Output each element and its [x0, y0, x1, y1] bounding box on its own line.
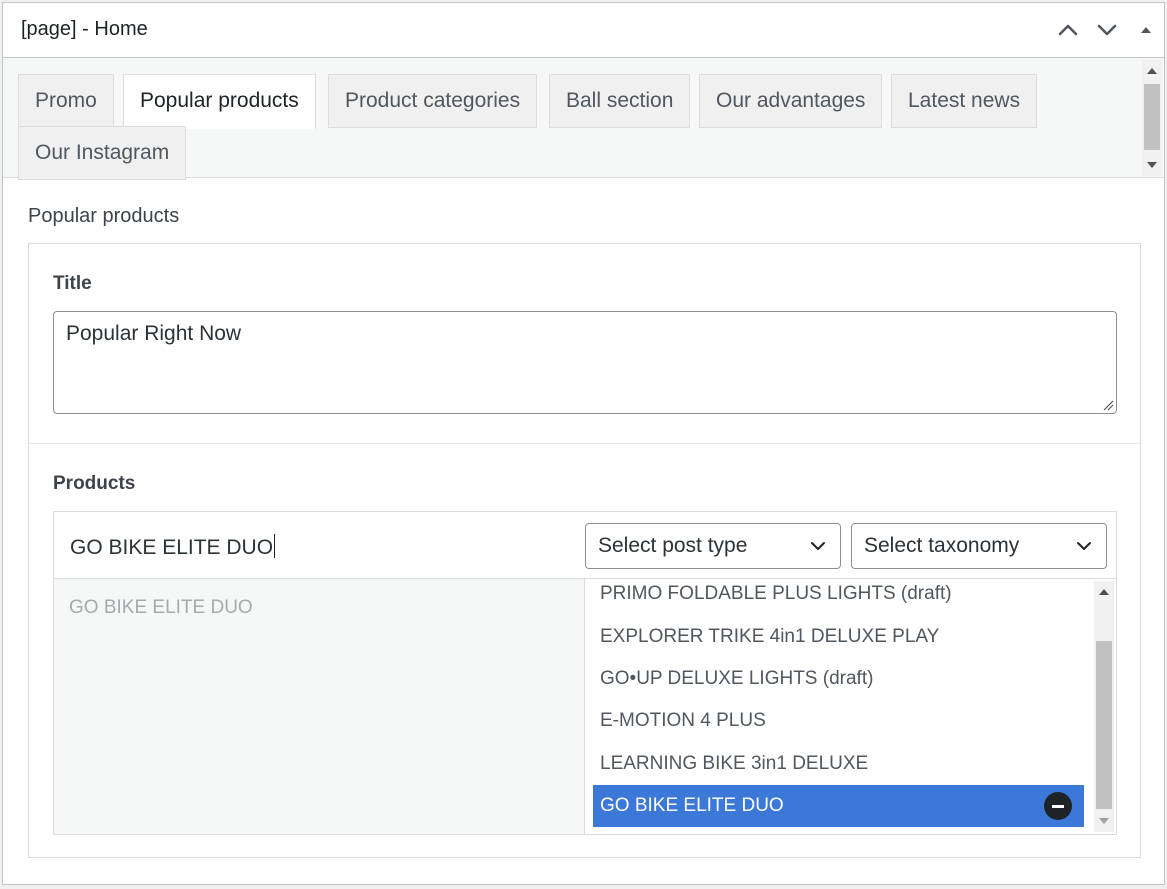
remove-icon[interactable]	[1044, 792, 1072, 820]
postbox-header: [page] - Home	[3, 3, 1164, 58]
fields-panel: Title Popular Right Now Products GO BIKE…	[28, 243, 1141, 858]
tab-popular-products[interactable]: Popular products	[123, 74, 316, 129]
taxonomy-select-label: Select taxonomy	[864, 534, 1020, 557]
choices-scrollbar[interactable]	[1094, 581, 1114, 832]
tab-latest-news[interactable]: Latest news	[891, 74, 1038, 128]
scroll-down-icon[interactable]	[1099, 818, 1109, 824]
title-textarea[interactable]: Popular Right Now	[53, 311, 1117, 414]
tab-product-categories[interactable]: Product categories	[328, 74, 538, 128]
scroll-thumb[interactable]	[1096, 641, 1112, 809]
choice-item[interactable]: EXPLORER TRIKE 4in1 DELUXE PLAY	[593, 616, 1084, 658]
title-field-label: Title	[53, 273, 92, 294]
selected-values-list: GO BIKE ELITE DUO	[54, 579, 585, 834]
tab-our-instagram[interactable]: Our Instagram	[18, 126, 187, 180]
tab-promo[interactable]: Promo	[18, 74, 114, 128]
choice-item[interactable]: PRIMO FOLDABLE PLUS LIGHTS (draft)	[593, 573, 1084, 615]
choice-item[interactable]: E-MOTION 4 PLUS	[593, 700, 1084, 742]
section-heading: Popular products	[28, 205, 180, 227]
triangle-up-icon[interactable]	[1131, 15, 1161, 45]
text-caret	[274, 534, 276, 558]
resize-grip-icon[interactable]	[1102, 399, 1114, 411]
choice-item[interactable]: GO•UP DELUXE LIGHTS (draft)	[593, 658, 1084, 700]
scroll-thumb[interactable]	[1144, 84, 1160, 150]
relationship-filters: GO BIKE ELITE DUO Select post type Selec…	[54, 512, 1116, 579]
title-value: Popular Right Now	[66, 322, 242, 345]
tab-bar: Promo Popular products Product categorie…	[3, 58, 1164, 180]
product-search-input[interactable]: GO BIKE ELITE DUO	[70, 534, 276, 560]
tab-ball-section[interactable]: Ball section	[549, 74, 691, 128]
scroll-down-icon[interactable]	[1147, 162, 1157, 168]
scroll-up-icon[interactable]	[1147, 68, 1157, 74]
products-field-label: Products	[53, 473, 136, 494]
selected-item[interactable]: GO BIKE ELITE DUO	[69, 597, 253, 619]
postbox-home: [page] - Home Promo Popular products Pro…	[2, 2, 1165, 885]
chevron-down-icon	[1077, 542, 1091, 550]
tab-scrollbar[interactable]	[1142, 60, 1162, 176]
field-divider	[29, 443, 1140, 444]
postbox-title: [page] - Home	[21, 18, 148, 40]
choice-label: GO BIKE ELITE DUO	[600, 795, 784, 816]
chevron-down-icon	[811, 542, 825, 550]
chevron-up-icon[interactable]	[1053, 15, 1083, 45]
relationship-field: GO BIKE ELITE DUO Select post type Selec…	[53, 511, 1117, 835]
choice-item-selected[interactable]: GO BIKE ELITE DUO	[593, 785, 1084, 827]
tab-our-advantages[interactable]: Our advantages	[699, 74, 883, 128]
post-type-select[interactable]: Select post type	[585, 523, 841, 569]
scroll-up-icon[interactable]	[1099, 589, 1109, 595]
taxonomy-select[interactable]: Select taxonomy	[851, 523, 1107, 569]
choices-list: PRIMO FOLDABLE PLUS LIGHTS (draft) EXPLO…	[585, 579, 1116, 834]
choice-item[interactable]: LEARNING BIKE 3in1 DELUXE	[593, 743, 1084, 785]
search-value: GO BIKE ELITE DUO	[70, 536, 274, 559]
chevron-down-icon[interactable]	[1092, 15, 1122, 45]
post-type-select-label: Select post type	[598, 534, 748, 557]
